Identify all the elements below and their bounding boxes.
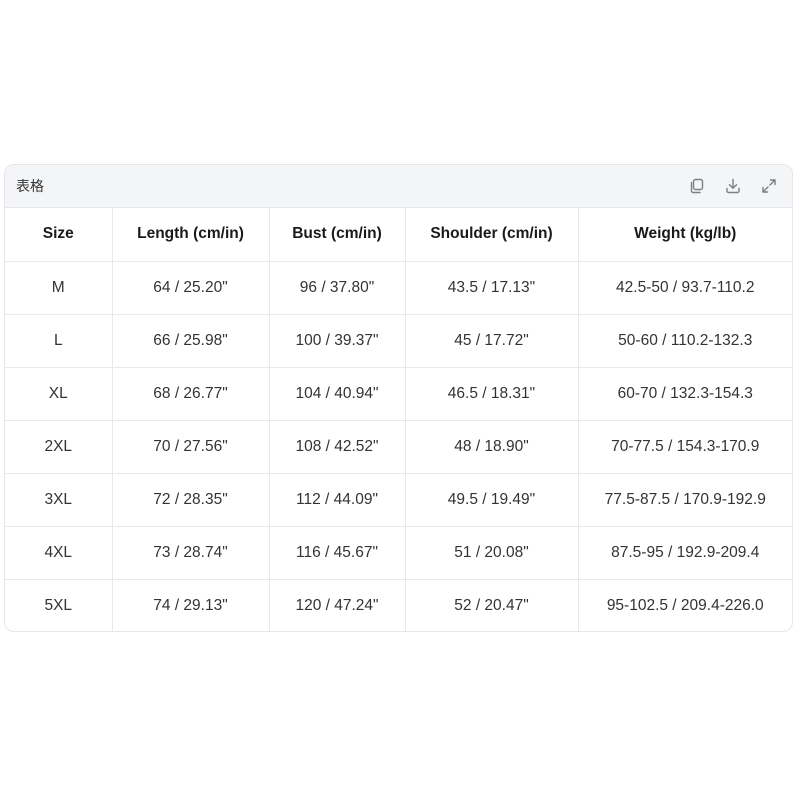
cell-size: M — [5, 261, 113, 315]
expand-icon — [762, 179, 776, 193]
cell-size: 5XL — [5, 579, 113, 631]
column-header-bust: Bust (cm/in) — [269, 208, 406, 262]
size-table: Size Length (cm/in) Bust (cm/in) Shoulde… — [5, 208, 792, 631]
cell-shoulder: 48 / 18.90" — [405, 420, 579, 474]
cell-bust: 112 / 44.09" — [269, 473, 406, 527]
cell-length: 72 / 28.35" — [112, 473, 270, 527]
column-header-size: Size — [5, 208, 113, 262]
cell-weight: 87.5-95 / 192.9-209.4 — [578, 526, 792, 580]
cell-size: 3XL — [5, 473, 113, 527]
table-header-row: Size Length (cm/in) Bust (cm/in) Shoulde… — [5, 208, 792, 262]
cell-shoulder: 46.5 / 18.31" — [405, 367, 579, 421]
table-row: XL 68 / 26.77" 104 / 40.94" 46.5 / 18.31… — [5, 367, 792, 421]
cell-shoulder: 51 / 20.08" — [405, 526, 579, 580]
cell-shoulder: 43.5 / 17.13" — [405, 261, 579, 315]
cell-weight: 70-77.5 / 154.3-170.9 — [578, 420, 792, 474]
cell-bust: 96 / 37.80" — [269, 261, 406, 315]
cell-shoulder: 45 / 17.72" — [405, 314, 579, 368]
cell-size: XL — [5, 367, 113, 421]
cell-weight: 50-60 / 110.2-132.3 — [578, 314, 792, 368]
table-card: 表格 Size Length (cm/in) Bust (cm/in) Shou… — [4, 164, 793, 632]
table-toolbar — [688, 177, 778, 195]
cell-length: 73 / 28.74" — [112, 526, 270, 580]
column-header-weight: Weight (kg/lb) — [578, 208, 792, 262]
table-row: 5XL 74 / 29.13" 120 / 47.24" 52 / 20.47"… — [5, 579, 792, 631]
cell-bust: 120 / 47.24" — [269, 579, 406, 631]
cell-shoulder: 49.5 / 19.49" — [405, 473, 579, 527]
cell-weight: 77.5-87.5 / 170.9-192.9 — [578, 473, 792, 527]
cell-size: L — [5, 314, 113, 368]
cell-length: 66 / 25.98" — [112, 314, 270, 368]
download-button[interactable] — [724, 177, 742, 195]
cell-length: 68 / 26.77" — [112, 367, 270, 421]
copy-icon — [690, 178, 704, 194]
cell-length: 74 / 29.13" — [112, 579, 270, 631]
table-card-title: 表格 — [16, 179, 44, 195]
table-row: M 64 / 25.20" 96 / 37.80" 43.5 / 17.13" … — [5, 261, 792, 315]
cell-bust: 116 / 45.67" — [269, 526, 406, 580]
copy-button[interactable] — [688, 177, 706, 195]
cell-length: 70 / 27.56" — [112, 420, 270, 474]
cell-bust: 100 / 39.37" — [269, 314, 406, 368]
cell-bust: 108 / 42.52" — [269, 420, 406, 474]
table-card-header: 表格 — [5, 165, 792, 208]
cell-size: 2XL — [5, 420, 113, 474]
column-header-length: Length (cm/in) — [112, 208, 270, 262]
cell-size: 4XL — [5, 526, 113, 580]
download-icon — [726, 178, 740, 194]
table-row: 3XL 72 / 28.35" 112 / 44.09" 49.5 / 19.4… — [5, 473, 792, 527]
cell-shoulder: 52 / 20.47" — [405, 579, 579, 631]
table-row: 4XL 73 / 28.74" 116 / 45.67" 51 / 20.08"… — [5, 526, 792, 580]
expand-button[interactable] — [760, 177, 778, 195]
cell-weight: 60-70 / 132.3-154.3 — [578, 367, 792, 421]
column-header-shoulder: Shoulder (cm/in) — [405, 208, 579, 262]
cell-bust: 104 / 40.94" — [269, 367, 406, 421]
cell-weight: 95-102.5 / 209.4-226.0 — [606, 596, 764, 614]
cell-length: 64 / 25.20" — [112, 261, 270, 315]
cell-weight: 42.5-50 / 93.7-110.2 — [578, 261, 792, 315]
table-row: 2XL 70 / 27.56" 108 / 42.52" 48 / 18.90"… — [5, 420, 792, 474]
table-row: L 66 / 25.98" 100 / 39.37" 45 / 17.72" 5… — [5, 314, 792, 368]
